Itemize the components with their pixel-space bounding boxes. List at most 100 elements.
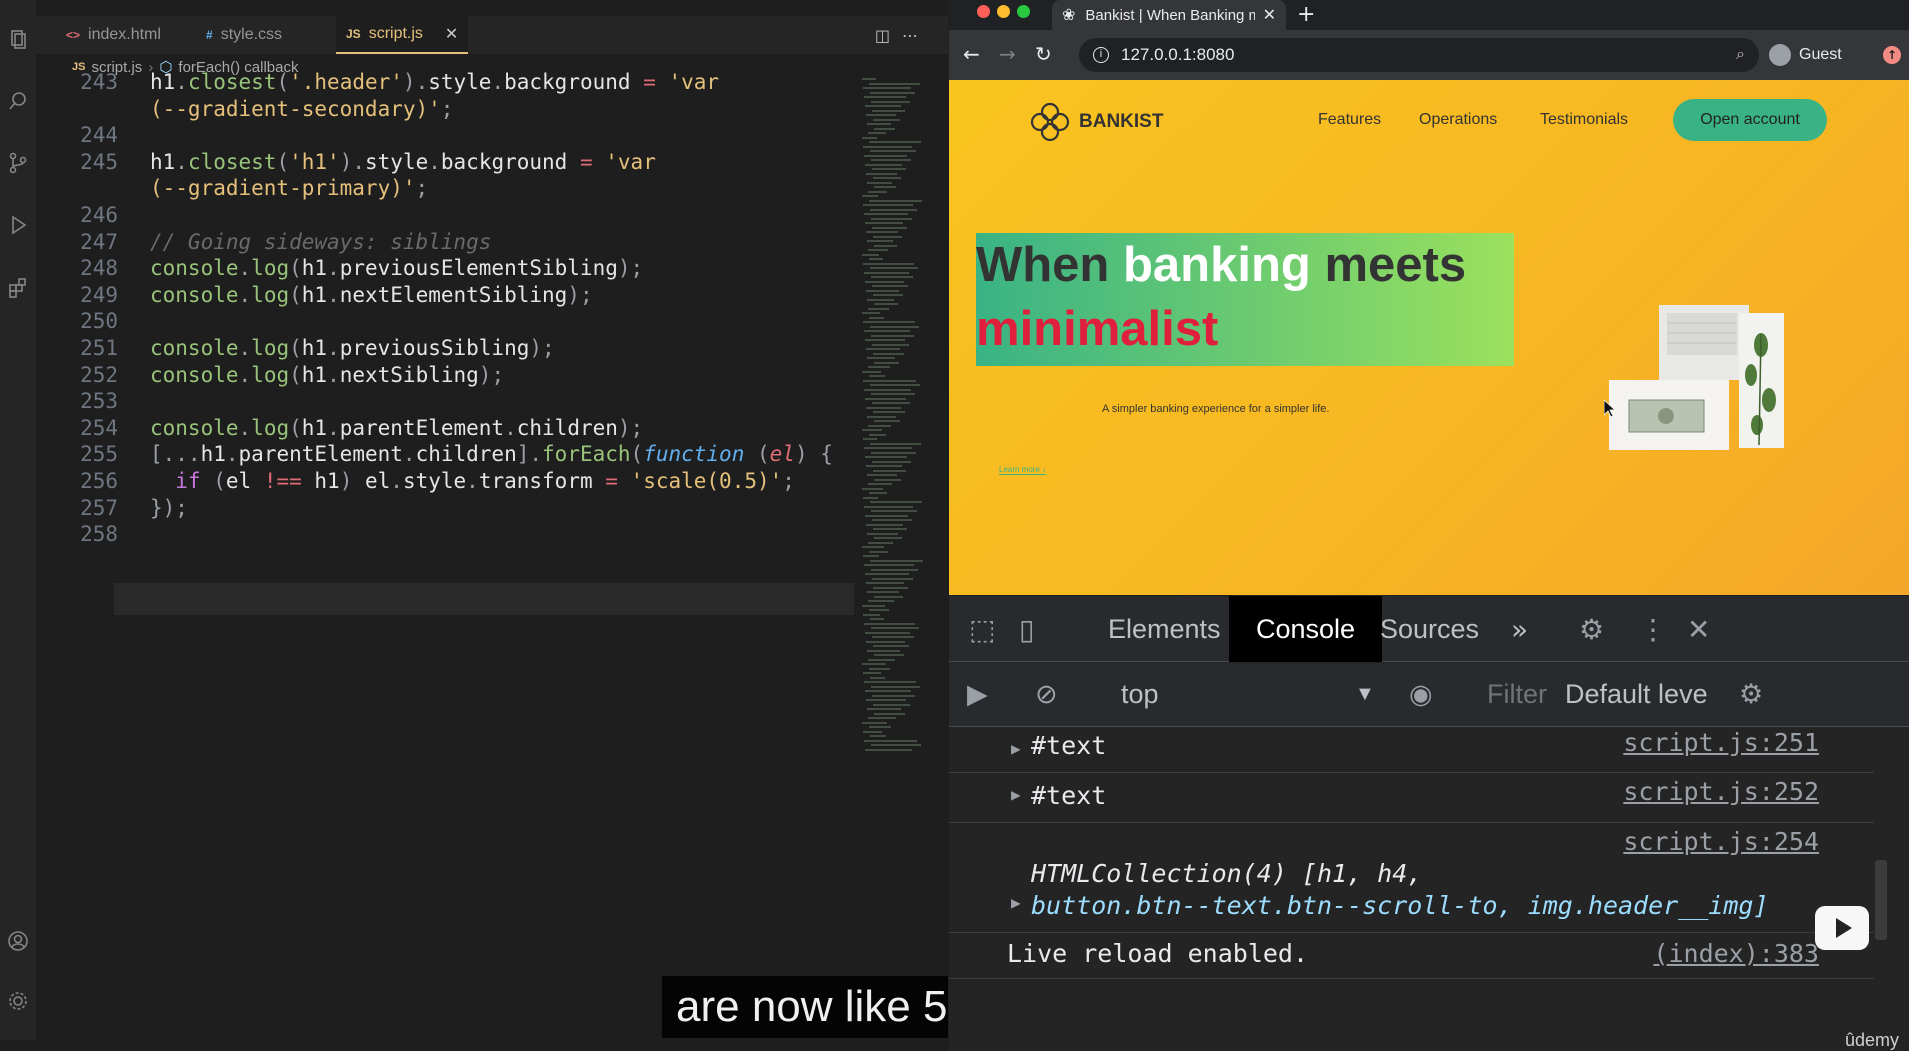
close-tab-icon[interactable]: ✕ (445, 24, 458, 44)
video-play-button[interactable] (1815, 906, 1869, 950)
nav-link-testimonials[interactable]: Testimonials (1540, 111, 1628, 129)
minimap-line (869, 492, 887, 494)
expand-arrow-icon[interactable]: ▶ (1011, 893, 1021, 912)
more-tabs-icon[interactable]: » (1511, 613, 1528, 646)
minimap-line (871, 510, 917, 512)
console-message[interactable]: script.js:254 ▶ HTMLCollection(4) [h1, h… (949, 823, 1874, 933)
address-bar[interactable]: i 127.0.0.1:8080 ⌕ (1079, 38, 1759, 72)
minimap-line (870, 442, 921, 445)
source-link[interactable]: script.js:251 (1623, 728, 1819, 757)
minimap-line (873, 294, 903, 296)
settings-gear-icon[interactable] (7, 990, 29, 1012)
expand-arrow-icon[interactable]: ▶ (1011, 739, 1021, 758)
explorer-icon[interactable] (7, 28, 29, 50)
code-area[interactable]: 243 h1.closest('.header').style.backgroun… (36, 70, 856, 980)
css-file-icon: # (206, 28, 213, 42)
chevron-down-icon[interactable]: ▼ (1355, 683, 1375, 706)
profile-label: Guest (1799, 46, 1842, 63)
minimize-window-button[interactable] (997, 5, 1010, 18)
tab-elements[interactable]: Elements (1081, 596, 1248, 662)
tab-sources[interactable]: Sources (1353, 596, 1506, 662)
minimap-line (872, 226, 907, 229)
back-arrow-icon[interactable]: ← (963, 42, 980, 66)
run-debug-icon[interactable] (7, 214, 29, 236)
tab-script-js[interactable]: JS script.js ✕ (336, 16, 469, 54)
console-message[interactable]: ▶ #text script.js:252 (949, 773, 1874, 823)
minimap-line (864, 213, 908, 215)
nav-link-operations[interactable]: Operations (1419, 111, 1497, 129)
clear-console-icon[interactable]: ⊘ (1035, 679, 1058, 710)
source-link[interactable]: (index):383 (1653, 939, 1819, 968)
minimap-line (863, 379, 916, 382)
extensions-icon[interactable] (7, 276, 29, 298)
minimap-line (874, 127, 895, 130)
minimap-line (865, 514, 908, 517)
source-link[interactable]: script.js:252 (1623, 777, 1819, 806)
minimap-line (871, 568, 918, 571)
new-tab-button[interactable]: + (1297, 2, 1315, 27)
search-icon[interactable] (7, 90, 29, 112)
minimap-line (868, 541, 893, 544)
console-message[interactable]: ▶ #text script.js:251 (949, 727, 1874, 773)
console-scrollbar[interactable] (1875, 860, 1887, 940)
minimap-line (866, 231, 898, 233)
site-logo[interactable]: BANKIST (1029, 101, 1163, 143)
minimap-line (867, 181, 892, 184)
site-info-icon[interactable]: i (1093, 47, 1109, 63)
minimap-line (868, 249, 888, 251)
nav-link-features[interactable]: Features (1318, 111, 1381, 129)
tab-index-html[interactable]: <> index.html (56, 16, 171, 54)
console-filter-input[interactable]: Filter (1487, 679, 1547, 710)
minimap-line (871, 276, 913, 278)
more-options-icon[interactable]: ⋮ (1639, 613, 1667, 646)
minimap-line (864, 271, 909, 274)
line-number: 243 (80, 70, 118, 94)
minimap-line (863, 613, 880, 616)
minimap[interactable] (862, 78, 932, 768)
editor-tab-bar: <> index.html # style.css JS script.js ✕… (36, 16, 948, 54)
url-text: 127.0.0.1:8080 (1121, 45, 1235, 64)
reload-icon[interactable]: ↻ (1035, 42, 1052, 66)
profile-button[interactable]: Guest (1769, 38, 1842, 72)
split-editor-icon[interactable]: ◫ (875, 26, 902, 45)
console-settings-icon[interactable]: ⚙ (1739, 679, 1763, 710)
zoom-magnifier-icon[interactable]: ⌕ (1736, 46, 1745, 64)
tab-style-css[interactable]: # style.css (196, 16, 292, 54)
learn-more-button[interactable]: Learn more ↓ (999, 465, 1047, 475)
settings-gear-icon[interactable]: ⚙ (1579, 613, 1604, 646)
minimap-line (873, 352, 904, 355)
browser-tab-bankist[interactable]: ❀ Bankist | When Banking meets ✕ (1052, 0, 1286, 30)
minimap-line (862, 487, 883, 490)
minimap-line (874, 712, 905, 715)
minimap-line (870, 618, 884, 620)
zoom-window-button[interactable] (1017, 5, 1030, 18)
source-control-icon[interactable] (7, 152, 29, 174)
minimap-line (863, 496, 878, 499)
minimap-line (873, 177, 901, 179)
source-link[interactable]: script.js:254 (1623, 827, 1819, 856)
device-toolbar-icon[interactable]: ▯ (1019, 613, 1034, 646)
hero-word: When (976, 238, 1123, 292)
inspect-element-icon[interactable]: ⬚ (969, 613, 995, 646)
minimap-line (869, 82, 920, 85)
close-tab-icon[interactable]: ✕ (1263, 5, 1276, 25)
minimap-line (862, 312, 880, 314)
expand-arrow-icon[interactable]: ▶ (1011, 785, 1021, 804)
minimap-line (869, 258, 883, 260)
logo-text: BANKIST (1079, 111, 1164, 132)
update-icon[interactable]: ↑ (1883, 46, 1901, 64)
close-devtools-icon[interactable]: ✕ (1687, 613, 1710, 646)
minimap-line (872, 109, 905, 112)
hero-image (1609, 305, 1784, 450)
minimap-line (872, 694, 915, 697)
close-window-button[interactable] (977, 5, 990, 18)
sidebar-toggle-icon[interactable]: ▶ (967, 679, 988, 710)
open-account-button[interactable]: Open account (1673, 99, 1827, 141)
context-selector[interactable]: top (1121, 679, 1159, 710)
account-icon[interactable] (7, 930, 29, 952)
live-expression-eye-icon[interactable]: ◉ (1409, 679, 1433, 710)
minimap-line (872, 460, 911, 463)
log-levels-dropdown[interactable]: Default leve (1565, 679, 1708, 710)
forward-arrow-icon[interactable]: → (999, 42, 1016, 66)
more-actions-icon[interactable]: ⋯ (902, 26, 930, 45)
